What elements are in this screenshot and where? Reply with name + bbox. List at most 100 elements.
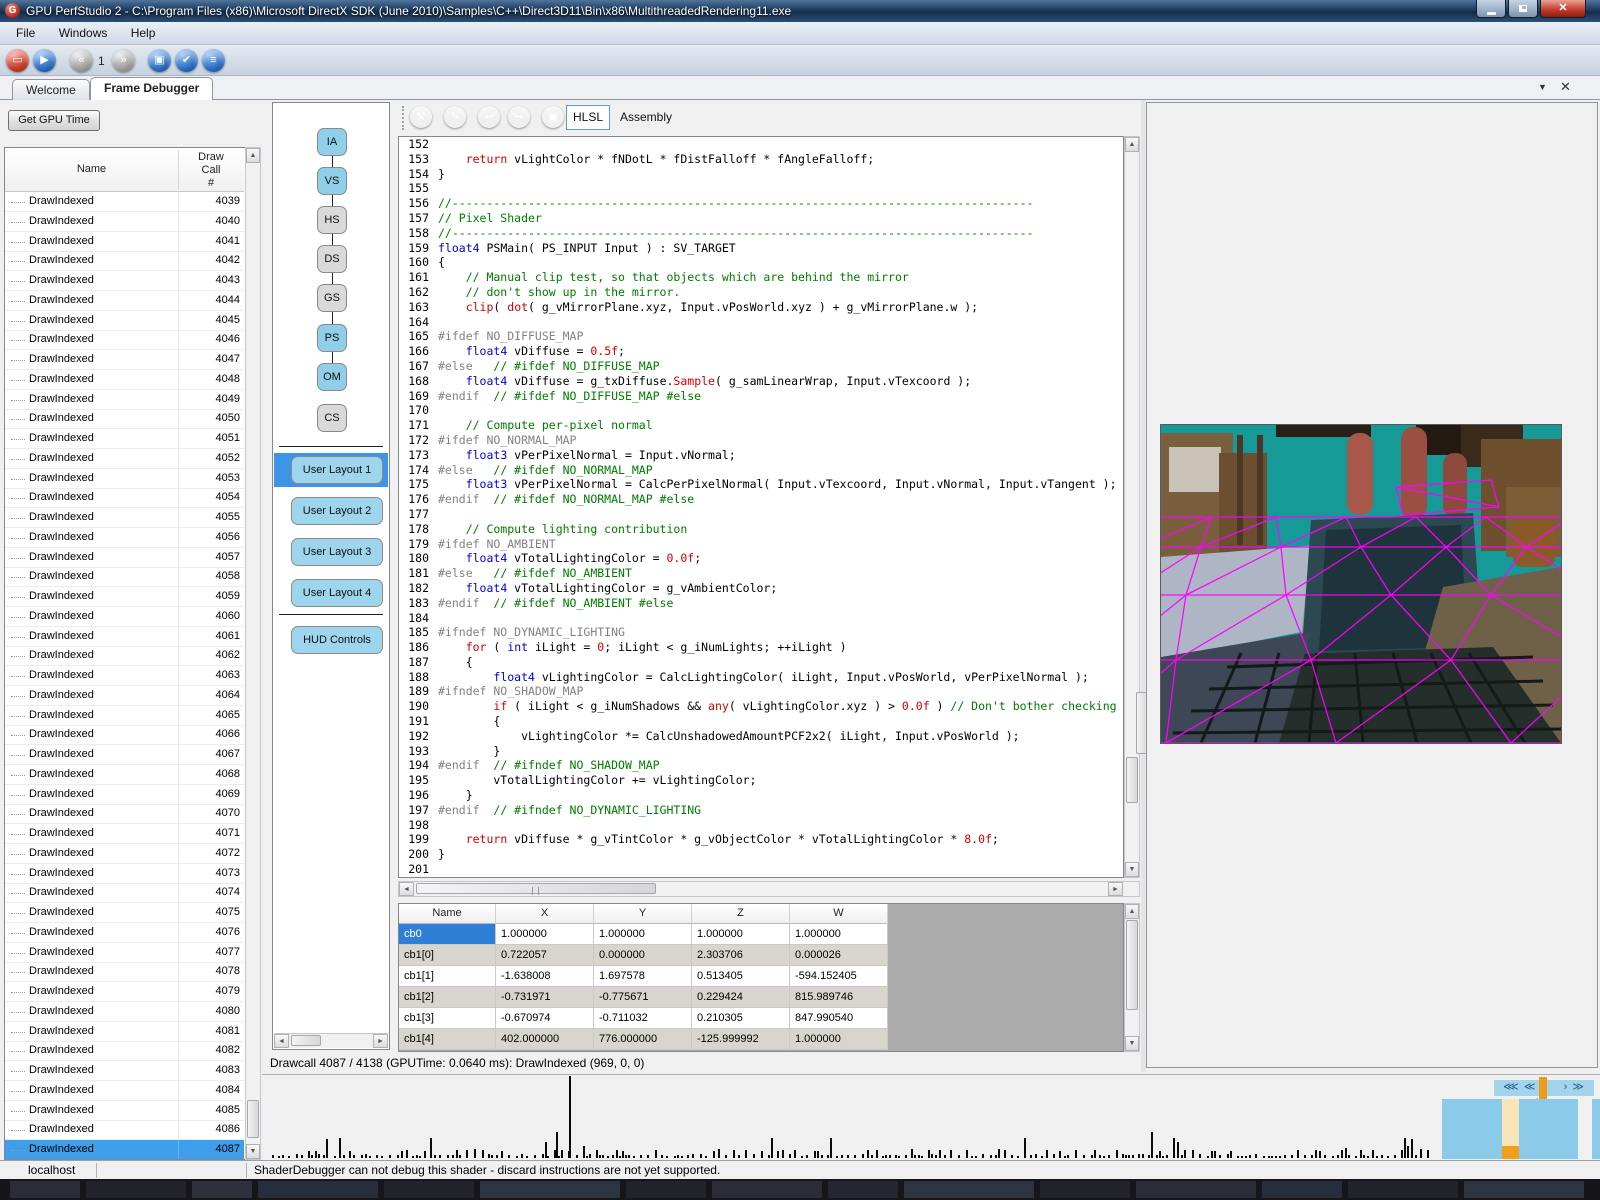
cb-cell-value[interactable]: 402.000000	[496, 1029, 594, 1050]
drawcall-row[interactable]: DrawIndexed4042	[5, 251, 244, 271]
code-hscrollbar[interactable]: ◄ ►	[398, 881, 1140, 897]
cb-cell-value[interactable]: -1.638008	[496, 966, 594, 987]
column-header-drawcall[interactable]: Draw Call #	[178, 151, 244, 190]
drawcall-row[interactable]: DrawIndexed4073	[5, 864, 244, 884]
cb-cell-value[interactable]: -0.775671	[594, 987, 692, 1008]
cb-cell-value[interactable]: 1.697578	[594, 966, 692, 987]
build-icon[interactable]: ⚒	[410, 106, 432, 128]
drawcall-row[interactable]: DrawIndexed4077	[5, 943, 244, 963]
cb-cell-value[interactable]: 776.000000	[594, 1029, 692, 1050]
cb-cell-value[interactable]: -125.999992	[692, 1029, 790, 1050]
menu-help[interactable]: Help	[121, 22, 166, 44]
cb-cell-value[interactable]: 815.989746	[790, 987, 888, 1008]
scroll-left-icon[interactable]: ◄	[274, 1034, 289, 1048]
scroll-down-icon[interactable]: ▼	[1125, 1036, 1139, 1051]
cb-cell-value[interactable]: 0.513405	[692, 966, 790, 987]
check-icon[interactable]: ✔	[175, 49, 198, 72]
pipeline-stage-hs[interactable]: HS	[317, 206, 347, 234]
page-next-icon[interactable]: ↪	[508, 106, 530, 128]
drawcall-row[interactable]: DrawIndexed4071	[5, 824, 244, 844]
cb-cell-value[interactable]: 0.210305	[692, 1008, 790, 1029]
log-icon[interactable]: ≡	[202, 49, 225, 72]
drawcall-row[interactable]: DrawIndexed4060	[5, 607, 244, 627]
shader-code-editor[interactable]: 152153 return vLightColor * fNDotL * fDi…	[398, 136, 1124, 878]
drawcall-row[interactable]: DrawIndexed4065	[5, 706, 244, 726]
minimize-button[interactable]	[1476, 0, 1506, 18]
step-forward-icon[interactable]: »	[112, 49, 135, 72]
drawcall-row[interactable]: DrawIndexed4082	[5, 1041, 244, 1061]
cb-row-name[interactable]: cb1[0]	[399, 945, 496, 966]
drawcall-scrollbar[interactable]: ▲ ▼	[245, 147, 261, 1160]
drawcall-row[interactable]: DrawIndexed4039	[5, 192, 244, 212]
cb-column-header[interactable]: Name	[399, 904, 496, 924]
get-gpu-time-button[interactable]: Get GPU Time	[8, 110, 100, 131]
edit-icon[interactable]: ✎	[444, 106, 466, 128]
scrollbar-thumb[interactable]	[1126, 920, 1138, 1010]
close-button[interactable]: ✕	[1540, 0, 1586, 18]
drawcall-row[interactable]: DrawIndexed4069	[5, 785, 244, 805]
drawcall-row[interactable]: DrawIndexed4046	[5, 330, 244, 350]
drawcall-row[interactable]: DrawIndexed4062	[5, 646, 244, 666]
code-vscrollbar[interactable]: ▲ ▼	[1124, 136, 1140, 878]
drawcall-row[interactable]: DrawIndexed4067	[5, 745, 244, 765]
pipeline-hscrollbar[interactable]: ◄ ►	[274, 1033, 388, 1048]
pipeline-stage-ia[interactable]: IA	[317, 128, 347, 156]
cb-cell-value[interactable]: 1.000000	[790, 924, 888, 945]
drawcall-row[interactable]: DrawIndexed4049	[5, 390, 244, 410]
tab-frame-debugger[interactable]: Frame Debugger	[90, 77, 213, 100]
cb-cell-value[interactable]: -0.670974	[496, 1008, 594, 1029]
drawcall-row[interactable]: DrawIndexed4070	[5, 804, 244, 824]
drawcall-row[interactable]: DrawIndexed4058	[5, 567, 244, 587]
drawcall-row[interactable]: DrawIndexed4064	[5, 686, 244, 706]
drawcall-row[interactable]: DrawIndexed4057	[5, 548, 244, 568]
cb-cell-value[interactable]: 0.000026	[790, 945, 888, 966]
drawcall-row[interactable]: DrawIndexed4063	[5, 666, 244, 686]
drawcall-row[interactable]: DrawIndexed4083	[5, 1061, 244, 1081]
drawcall-row[interactable]: DrawIndexed4045	[5, 311, 244, 331]
drawcall-row[interactable]: DrawIndexed4047	[5, 350, 244, 370]
user-layout-4-button[interactable]: User Layout 4	[291, 579, 383, 607]
drawcall-row[interactable]: DrawIndexed4068	[5, 765, 244, 785]
cb-column-header[interactable]: W	[790, 904, 888, 924]
tab-list-dropdown-icon[interactable]: ▼	[1538, 82, 1547, 92]
scroll-up-icon[interactable]: ▲	[1125, 137, 1139, 152]
pipeline-stage-ds[interactable]: DS	[317, 245, 347, 273]
drawcall-row[interactable]: DrawIndexed4076	[5, 923, 244, 943]
scroll-up-icon[interactable]: ▲	[246, 148, 260, 163]
cb-table-scrollbar[interactable]: ▲ ▼	[1124, 903, 1140, 1052]
page-prev-icon[interactable]: ↩	[478, 106, 500, 128]
scroll-right-icon[interactable]: ►	[373, 1034, 388, 1048]
drawcall-row[interactable]: DrawIndexed4080	[5, 1002, 244, 1022]
cb-cell-value[interactable]: 2.303706	[692, 945, 790, 966]
cb-cell-value[interactable]: 0.722057	[496, 945, 594, 966]
cb-cell-value[interactable]: 0.229424	[692, 987, 790, 1008]
drawcall-row[interactable]: DrawIndexed4051	[5, 429, 244, 449]
scroll-up-icon[interactable]: ▲	[1125, 904, 1139, 919]
drawcall-row[interactable]: DrawIndexed4052	[5, 449, 244, 469]
timeline-overview[interactable]	[1442, 1099, 1578, 1159]
cb-row-name[interactable]: cb1[1]	[399, 966, 496, 987]
scroll-down-icon[interactable]: ▼	[246, 1144, 260, 1159]
drawcall-row[interactable]: DrawIndexed4041	[5, 232, 244, 252]
drawcall-row[interactable]: DrawIndexed4043	[5, 271, 244, 291]
drawcall-row[interactable]: DrawIndexed4074	[5, 883, 244, 903]
menu-windows[interactable]: Windows	[49, 22, 118, 44]
connect-icon[interactable]: ▭	[6, 49, 29, 72]
cb-cell-value[interactable]: 1.000000	[496, 924, 594, 945]
drawcall-row[interactable]: DrawIndexed4044	[5, 291, 244, 311]
tab-close-icon[interactable]: ✕	[1560, 79, 1571, 95]
cb-cell-value[interactable]: -594.152405	[790, 966, 888, 987]
drawcall-row[interactable]: DrawIndexed4050	[5, 409, 244, 429]
cb-cell-value[interactable]: 1.000000	[692, 924, 790, 945]
pipeline-stage-vs[interactable]: VS	[317, 167, 347, 195]
cb-cell-value[interactable]: -0.731971	[496, 987, 594, 1008]
cb-column-header[interactable]: X	[496, 904, 594, 924]
capture-icon[interactable]: ▣	[148, 49, 171, 72]
scrollbar-thumb[interactable]	[416, 883, 656, 894]
menu-file[interactable]: File	[6, 22, 45, 44]
drawcall-row[interactable]: DrawIndexed4081	[5, 1022, 244, 1042]
cb-column-header[interactable]: Z	[692, 904, 790, 924]
user-layout-3-button[interactable]: User Layout 3	[291, 538, 383, 566]
user-layout-2-button[interactable]: User Layout 2	[291, 497, 383, 525]
drawcall-row[interactable]: DrawIndexed4079	[5, 982, 244, 1002]
